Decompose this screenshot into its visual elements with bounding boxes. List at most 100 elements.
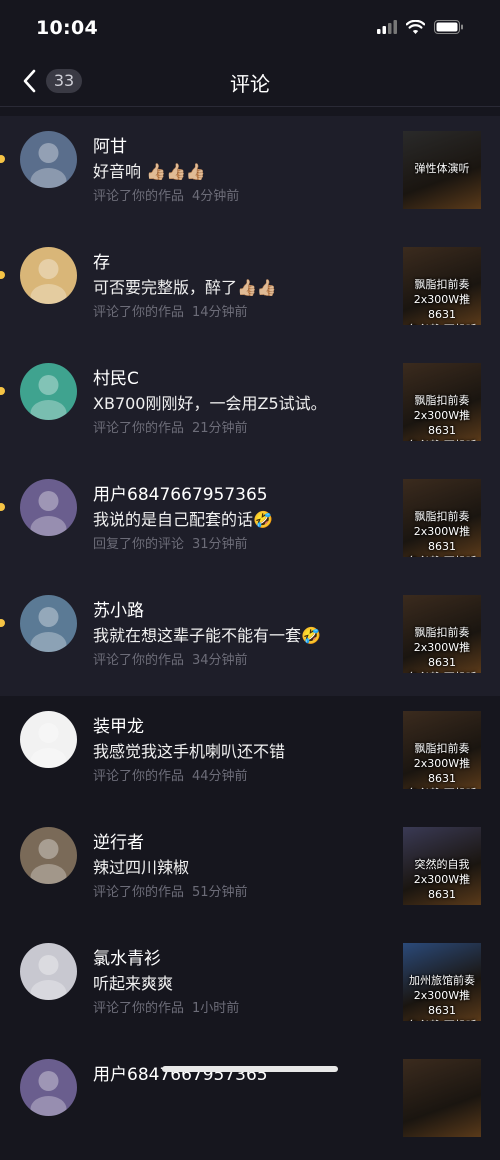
- comment-action: 评论了你的作品: [93, 1001, 185, 1016]
- comment-meta: 评论了你的作品 4分钟前: [93, 185, 239, 204]
- avatar-image: [30, 607, 67, 652]
- comment-time: 34分钟前: [192, 653, 248, 668]
- commenter-name[interactable]: 村民C: [93, 364, 139, 389]
- comment-meta: 评论了你的作品 44分钟前: [93, 765, 248, 784]
- video-thumbnail[interactable]: 加州旅馆前奏 2x300W推8631 务必戴 耳机听: [403, 943, 481, 1021]
- comment-action: 评论了你的作品: [93, 653, 185, 668]
- comment-time: 21分钟前: [192, 421, 248, 436]
- avatar[interactable]: [20, 363, 77, 420]
- comment-text: 辣过四川辣椒: [93, 858, 190, 877]
- unread-dot: [0, 155, 5, 163]
- comment-meta: 评论了你的作品 1小时前: [93, 997, 239, 1016]
- comment-action: 评论了你的作品: [93, 885, 185, 900]
- comment-text: 听起来爽爽: [93, 974, 174, 993]
- comment-row[interactable]: 存 可否要完整版，醉了👍🏼👍🏼 评论了你的作品 14分钟前 飘脂扣前奏 2x300…: [0, 232, 500, 348]
- avatar-image: [30, 723, 67, 768]
- video-thumbnail[interactable]: 飘脂扣前奏 2x300W推8631 务必戴 耳机听: [403, 595, 481, 673]
- avatar[interactable]: [20, 247, 77, 304]
- comment-row[interactable]: 用户6847667957365: [0, 1044, 500, 1160]
- commenter-name[interactable]: 苏小路: [93, 596, 144, 621]
- avatar[interactable]: [20, 943, 77, 1000]
- avatar[interactable]: [20, 595, 77, 652]
- video-thumbnail[interactable]: 飘脂扣前奏 2x300W推8631 务必戴 耳机听: [403, 363, 481, 441]
- comment-time: 44分钟前: [192, 769, 248, 784]
- avatar[interactable]: [20, 1059, 77, 1116]
- comment-action: 回复了你的评论: [93, 537, 185, 552]
- comment-text: 我说的是自己配套的话🤣: [93, 510, 273, 529]
- avatar-image: [30, 839, 67, 884]
- comment-time: 14分钟前: [192, 305, 248, 320]
- comment-meta: 评论了你的作品 34分钟前: [93, 649, 248, 668]
- video-thumbnail[interactable]: 飘脂扣前奏 2x300W推8631 务必戴 耳机听: [403, 711, 481, 789]
- status-time: 10:04: [36, 17, 98, 39]
- comment-time: 1小时前: [192, 1001, 240, 1016]
- thumbnail-caption: 飘脂扣前奏 2x300W推8631 务必戴 耳机听: [407, 394, 477, 441]
- avatar[interactable]: [20, 479, 77, 536]
- avatar[interactable]: [20, 711, 77, 768]
- comment-text: 我就在想这辈子能不能有一套🤣: [93, 626, 321, 645]
- comment-action: 评论了你的作品: [93, 305, 185, 320]
- home-indicator: [162, 1066, 338, 1072]
- avatar-image: [30, 955, 67, 1000]
- video-thumbnail[interactable]: 弹性体演听: [403, 131, 481, 209]
- comment-action: 评论了你的作品: [93, 189, 185, 204]
- comment-time: 31分钟前: [192, 537, 248, 552]
- thumbnail-caption: 飘脂扣前奏 2x300W推8631 务必戴 耳机听: [407, 626, 477, 673]
- wifi-icon: [406, 20, 425, 34]
- comment-row[interactable]: 村民C XB700刚刚好，一会用Z5试试。 评论了你的作品 21分钟前 飘脂扣前奏…: [0, 348, 500, 464]
- page-title: 评论: [230, 72, 270, 96]
- commenter-name[interactable]: 用户6847667957365: [93, 480, 268, 505]
- comment-meta: 评论了你的作品 21分钟前: [93, 417, 248, 436]
- comment-row[interactable]: 阿甘 好音响 👍🏼👍🏼👍🏼 评论了你的作品 4分钟前 弹性体演听: [0, 116, 500, 232]
- comment-meta: [93, 1113, 101, 1128]
- comment-text: 好音响 👍🏼👍🏼👍🏼: [93, 162, 206, 181]
- unread-dot: [0, 271, 5, 279]
- comment-row[interactable]: 苏小路 我就在想这辈子能不能有一套🤣 评论了你的作品 34分钟前 飘脂扣前奏 2x…: [0, 580, 500, 696]
- comment-text: XB700刚刚好，一会用Z5试试。: [93, 394, 327, 413]
- avatar[interactable]: [20, 827, 77, 884]
- commenter-name[interactable]: 存: [93, 248, 110, 273]
- comment-time: 51分钟前: [192, 885, 248, 900]
- video-thumbnail[interactable]: [403, 1059, 481, 1137]
- unread-dot: [0, 387, 5, 395]
- thumbnail-caption: 飘脂扣前奏 2x300W推8631 务必戴 耳机听: [407, 278, 477, 325]
- commenter-name[interactable]: 用户6847667957365: [93, 1060, 268, 1085]
- commenter-name[interactable]: 氯水青衫: [93, 944, 161, 969]
- comment-text: 可否要完整版，醉了👍🏼👍🏼: [93, 278, 277, 297]
- comment-time: 4分钟前: [192, 189, 240, 204]
- battery-icon: [434, 20, 463, 34]
- signal-icon: [377, 20, 397, 34]
- comment-action: 评论了你的作品: [93, 769, 185, 784]
- thumbnail-caption: 飘脂扣前奏 2x300W推8631 务必戴 耳机听: [407, 510, 477, 557]
- status-icons: [377, 20, 464, 34]
- thumbnail-caption: 飘脂扣前奏 2x300W推8631 务必戴 耳机听: [407, 742, 477, 789]
- avatar-image: [30, 491, 67, 536]
- commenter-name[interactable]: 逆行者: [93, 828, 144, 853]
- commenter-name[interactable]: 阿甘: [93, 132, 127, 157]
- nav-bar: 33 评论: [0, 56, 500, 107]
- comment-meta: 评论了你的作品 14分钟前: [93, 301, 248, 320]
- video-thumbnail[interactable]: 飘脂扣前奏 2x300W推8631 务必戴 耳机听: [403, 479, 481, 557]
- thumbnail-caption: 弹性体演听: [414, 162, 470, 175]
- comment-row[interactable]: 装甲龙 我感觉我这手机喇叭还不错 评论了你的作品 44分钟前 飘脂扣前奏 2x30…: [0, 696, 500, 812]
- video-thumbnail[interactable]: 飘脂扣前奏 2x300W推8631 务必戴 耳机听: [403, 247, 481, 325]
- comment-meta: 评论了你的作品 51分钟前: [93, 881, 248, 900]
- comment-row[interactable]: 逆行者 辣过四川辣椒 评论了你的作品 51分钟前 突然的自我 2x300W推863…: [0, 812, 500, 928]
- comment-list: 阿甘 好音响 👍🏼👍🏼👍🏼 评论了你的作品 4分钟前 弹性体演听 存 可否要完整版…: [0, 116, 500, 1160]
- avatar[interactable]: [20, 131, 77, 188]
- comment-row[interactable]: 氯水青衫 听起来爽爽 评论了你的作品 1小时前 加州旅馆前奏 2x300W推863…: [0, 928, 500, 1044]
- comment-action: 评论了你的作品: [93, 421, 185, 436]
- comment-meta: 回复了你的评论 31分钟前: [93, 533, 248, 552]
- unread-dot: [0, 619, 5, 627]
- unread-dot: [0, 503, 5, 511]
- avatar-image: [30, 143, 67, 188]
- thumbnail-caption: 突然的自我 2x300W推8631: [413, 858, 471, 901]
- video-thumbnail[interactable]: 突然的自我 2x300W推8631: [403, 827, 481, 905]
- avatar-image: [30, 1071, 67, 1116]
- avatar-image: [30, 375, 67, 420]
- comment-text: 我感觉我这手机喇叭还不错: [93, 742, 286, 761]
- status-bar: 10:04: [0, 0, 500, 56]
- avatar-image: [30, 259, 67, 304]
- commenter-name[interactable]: 装甲龙: [93, 712, 144, 737]
- comment-row[interactable]: 用户6847667957365 我说的是自己配套的话🤣 回复了你的评论 31分钟前…: [0, 464, 500, 580]
